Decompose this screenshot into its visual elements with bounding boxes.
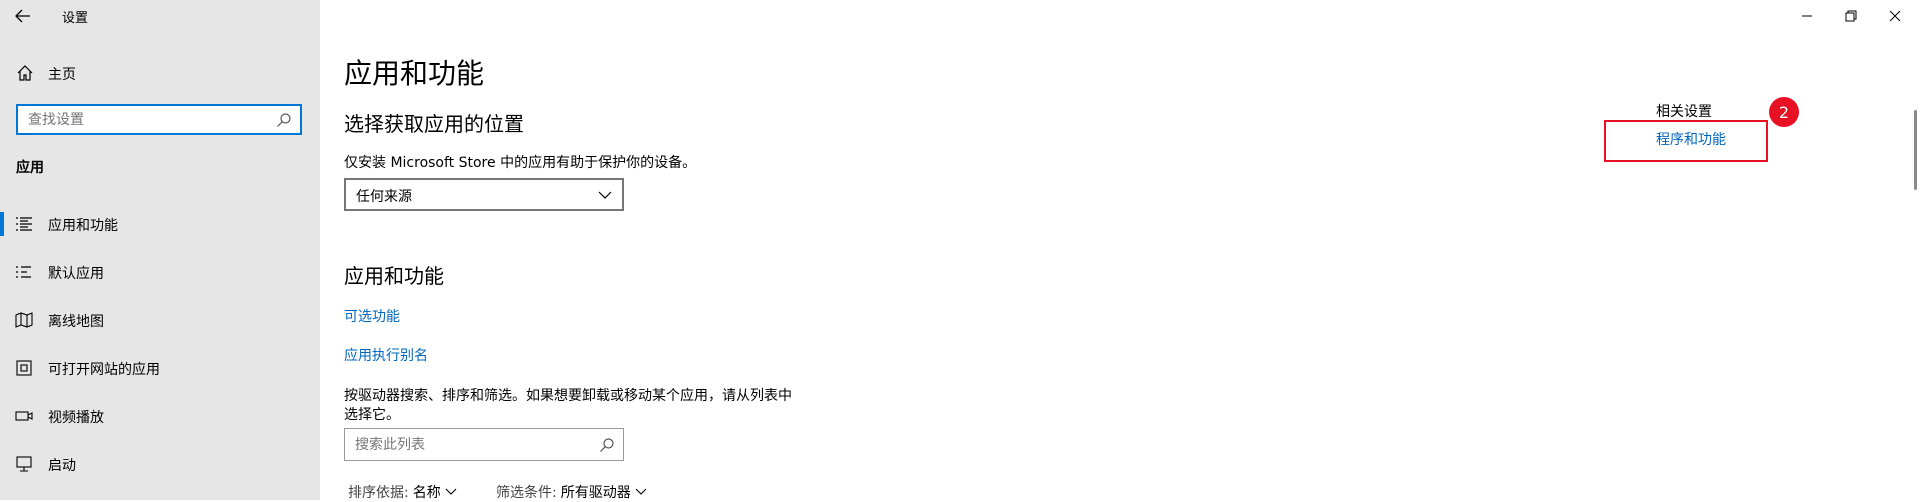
default-apps-icon: [16, 266, 31, 278]
app-list-search-box[interactable]: [344, 428, 624, 461]
settings-window: 设置 主页 应用 应用和功能 默认应用 离线地图 可打开网站的应用: [0, 0, 1920, 502]
programs-features-link[interactable]: 程序和功能: [1656, 129, 1726, 149]
sidebar-item-apps-features[interactable]: 应用和功能: [0, 202, 320, 246]
sidebar-item-label: 视频播放: [48, 410, 104, 426]
sidebar-item-video-playback[interactable]: 视频播放: [0, 394, 320, 438]
sidebar-item-offline-maps[interactable]: 离线地图: [0, 298, 320, 342]
sidebar-item-startup[interactable]: 启动: [0, 442, 320, 486]
apps-features-heading: 应用和功能: [344, 264, 444, 288]
sort-label: 排序依据:: [348, 485, 409, 501]
install-source-dropdown[interactable]: 任何来源: [344, 178, 624, 211]
selection-indicator: [0, 212, 4, 236]
filter-label: 筛选条件:: [496, 485, 557, 501]
main-content: 应用和功能 选择获取应用的位置 仅安装 Microsoft Store 中的应用…: [320, 0, 1920, 502]
list-instructions-line1: 按驱动器搜索、排序和筛选。如果想要卸载或移动某个应用，请从列表中: [344, 388, 792, 404]
related-settings-title: 相关设置: [1656, 104, 1712, 120]
sidebar-item-label: 离线地图: [48, 314, 104, 330]
settings-search-input[interactable]: [28, 110, 268, 130]
search-icon[interactable]: [276, 112, 292, 128]
sidebar-item-label: 应用和功能: [48, 218, 118, 234]
startup-icon: [16, 456, 32, 472]
chevron-down-icon: [445, 488, 457, 495]
video-playback-icon: [15, 411, 33, 421]
install-source-heading: 选择获取应用的位置: [344, 112, 524, 136]
sidebar-item-label: 启动: [48, 458, 76, 474]
back-button[interactable]: [6, 0, 40, 32]
list-instructions-line2: 选择它。: [344, 407, 400, 423]
annotation-badge: 2: [1769, 97, 1799, 127]
install-source-description: 仅安装 Microsoft Store 中的应用有助于保护你的设备。: [344, 155, 697, 171]
search-icon: [600, 438, 614, 452]
back-arrow-icon: [15, 9, 30, 23]
settings-search-box[interactable]: [16, 104, 302, 135]
apps-features-icon: [16, 217, 32, 231]
chevron-down-icon: [635, 488, 647, 495]
home-icon: [17, 65, 33, 81]
sort-value: 名称: [412, 485, 441, 501]
dropdown-value: 任何来源: [356, 189, 412, 205]
offline-maps-icon: [15, 312, 33, 328]
sidebar: 设置 主页 应用 应用和功能 默认应用 离线地图 可打开网站的应用: [0, 0, 320, 500]
sidebar-item-label: 主页: [48, 67, 76, 83]
vertical-scrollbar[interactable]: [1914, 110, 1917, 190]
sidebar-item-label: 默认应用: [48, 266, 104, 282]
sidebar-section-label: 应用: [16, 160, 44, 176]
sidebar-item-apps-for-websites[interactable]: 可打开网站的应用: [0, 346, 320, 390]
sidebar-item-home[interactable]: 主页: [0, 58, 320, 88]
sidebar-item-label: 可打开网站的应用: [48, 362, 160, 378]
page-title: 应用和功能: [344, 57, 485, 90]
filter-value: 所有驱动器: [560, 485, 631, 501]
window-title: 设置: [62, 11, 89, 26]
filter-by-dropdown[interactable]: 筛选条件: 所有驱动器: [496, 482, 647, 502]
sort-by-dropdown[interactable]: 排序依据: 名称: [348, 482, 457, 502]
sidebar-item-default-apps[interactable]: 默认应用: [0, 250, 320, 294]
chevron-down-icon: [598, 191, 612, 199]
optional-features-link[interactable]: 可选功能: [344, 306, 400, 326]
app-list-search-input[interactable]: [355, 435, 585, 455]
apps-for-websites-icon: [16, 360, 32, 376]
app-execution-alias-link[interactable]: 应用执行别名: [344, 345, 428, 365]
